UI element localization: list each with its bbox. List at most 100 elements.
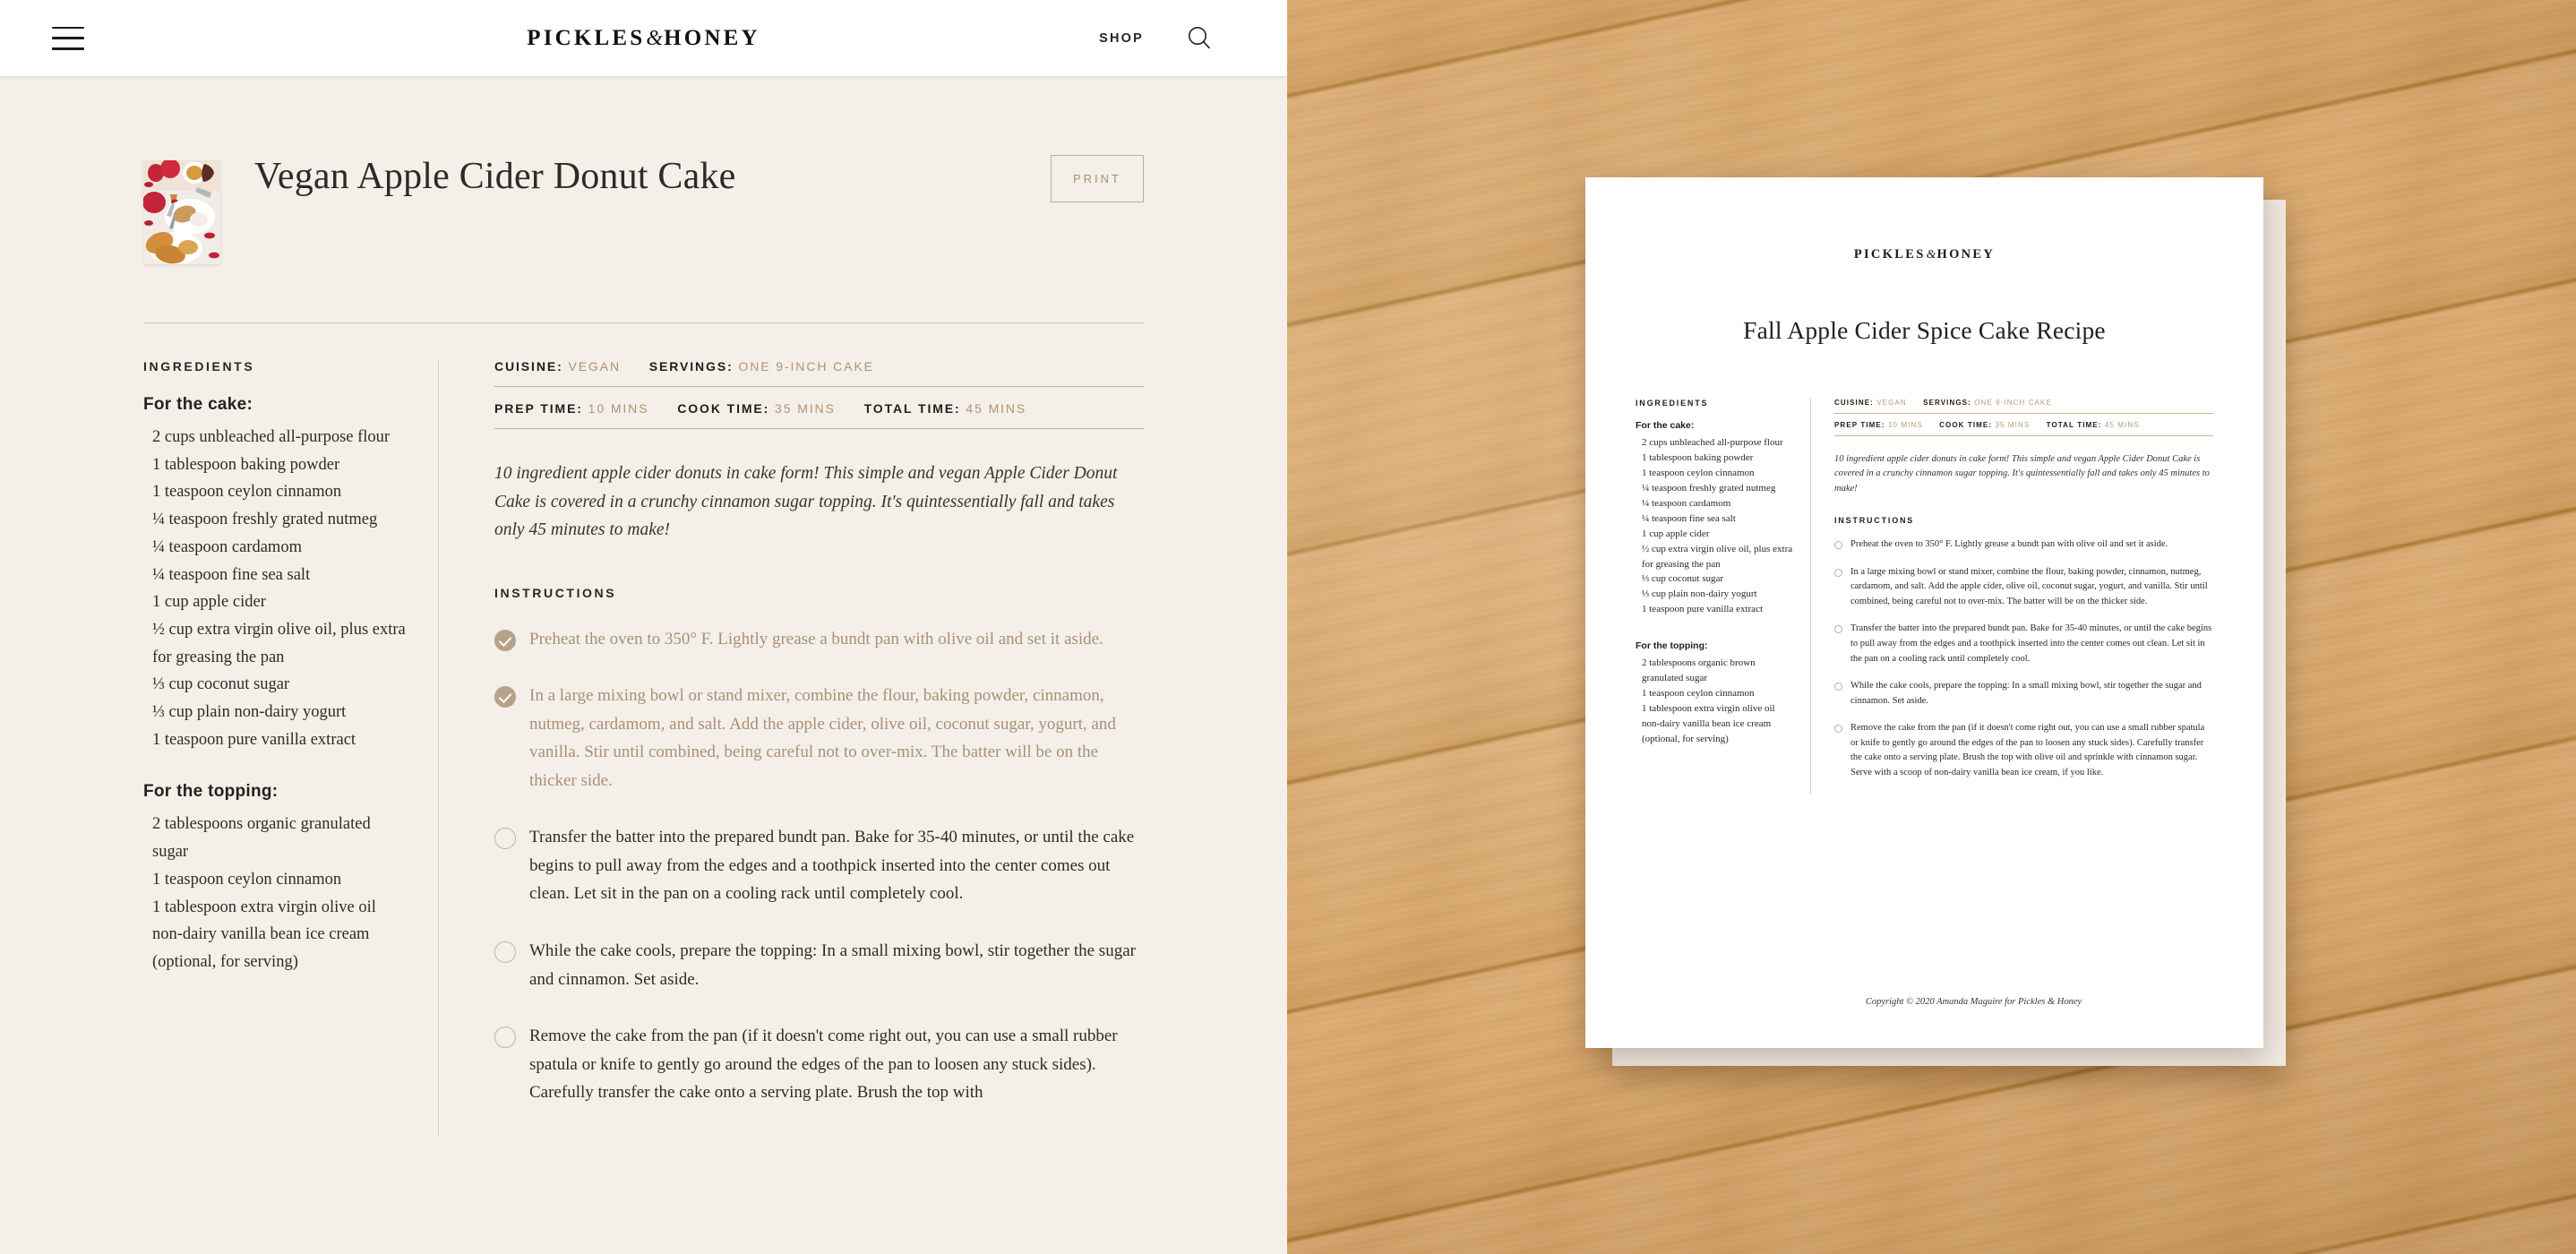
hamburger-menu-icon[interactable] (52, 26, 84, 50)
ingredient-item: ½ cup extra virgin olive oil, plus extra… (152, 620, 406, 666)
print-button[interactable]: PRINT (1051, 155, 1144, 202)
printed-meta-label-servings: SERVINGS: (1923, 399, 1971, 407)
printed-page-title: Fall Apple Cider Spice Cake Recipe (1743, 316, 2106, 344)
recipe-card: Vegan Apple Cider Donut Cake PRINT INGRE… (0, 76, 1287, 1136)
printed-meta-value-total-time: 45 MINS (2104, 421, 2140, 429)
instruction-step: Remove the cake from the pan (if it does… (494, 1022, 1144, 1107)
printed-instruction-step: In a large mixing bowl or stand mixer, c… (1834, 565, 2213, 610)
ingredient-item: ¼ teaspoon cardamom (152, 537, 302, 556)
printed-logo-word-honey: HONEY (1936, 247, 1996, 262)
printed-logo-word-pickles: PICKLES (1853, 247, 1926, 262)
printed-step-checkbox (1834, 683, 1842, 691)
ingredient-item: ⅓ cup coconut sugar (152, 675, 290, 694)
printed-ingredient-item: ¼ teaspoon freshly grated nutmeg (1642, 482, 1776, 494)
nav-link-shop[interactable]: SHOP (1099, 31, 1144, 46)
ingredient-item: 1 cup apple cider (152, 593, 266, 612)
ingredients-list-topping: 2 tablespoons organic granulated sugar 1… (143, 811, 408, 975)
ingredient-item: non-dairy vanilla bean ice cream (option… (152, 925, 370, 971)
recipe-meta-row-primary: CUISINE: VEGAN SERVINGS: ONE 9-INCH CAKE (494, 359, 1144, 387)
printed-instruction-step: Remove the cake from the pan (if it does… (1834, 721, 2213, 780)
ingredients-list-cake: 2 cups unbleached all-purpose flour 1 ta… (143, 424, 408, 753)
printed-instruction-step: Transfer the batter into the prepared bu… (1834, 622, 2213, 666)
hamburger-bar (52, 47, 84, 50)
site-header: PICKLES&HONEY SHOP (0, 0, 1287, 76)
ingredient-item: ¼ teaspoon freshly grated nutmeg (152, 511, 378, 529)
printed-instruction-step: While the cake cools, prepare the toppin… (1834, 679, 2213, 709)
step-checkbox-checked[interactable] (494, 629, 516, 651)
ingredients-heading: INGREDIENTS (143, 359, 255, 374)
printed-meta-label-cuisine: CUISINE: (1834, 399, 1874, 407)
printed-meta-label-total-time: TOTAL TIME: (2046, 421, 2102, 429)
printed-description: 10 ingredient apple cider donuts in cake… (1834, 454, 2210, 494)
recipe-header-row: Vegan Apple Cider Donut Cake PRINT (143, 76, 1144, 264)
printed-ingredients-list-cake: 2 cups unbleached all-purpose flour 1 ta… (1636, 435, 1796, 617)
meta-value-total-time: 45 MINS (966, 401, 1027, 416)
printed-ingredients-list-topping: 2 tablespoons organic brown granulated s… (1636, 656, 1796, 747)
website-panel: PICKLES&HONEY SHOP Vegan Apple Cider Don… (0, 0, 1287, 1254)
printed-instructions-column: CUISINE: VEGAN SERVINGS: ONE 9-INCH CAKE… (1811, 399, 2213, 794)
printed-step-text: Transfer the batter into the prepared bu… (1850, 623, 2212, 664)
search-icon[interactable] (1185, 24, 1214, 53)
step-checkbox[interactable] (494, 1026, 516, 1049)
printed-ingredients-column: INGREDIENTS For the cake: 2 cups unbleac… (1636, 399, 1811, 794)
ingredients-group-cake-label: For the cake: (143, 395, 253, 414)
printed-ingredient-item: 1 teaspoon pure vanilla extract (1642, 604, 1764, 615)
printed-ingredients-heading: INGREDIENTS (1636, 399, 1709, 408)
printed-recipe-page: PICKLES&HONEY Fall Apple Cider Spice Cak… (1585, 177, 2263, 1048)
meta-value-cuisine: VEGAN (568, 359, 621, 374)
step-text: While the cake cools, prepare the toppin… (529, 940, 1136, 989)
printed-group-topping-label: For the topping: (1636, 640, 1708, 652)
printed-ingredient-item: 1 teaspoon ceylon cinnamon (1642, 467, 1755, 478)
meta-value-prep-time: 10 MINS (588, 401, 649, 416)
printed-step-text: Preheat the oven to 350° F. Lightly grea… (1850, 539, 2168, 550)
printed-logo-ampersand: & (1926, 248, 1936, 262)
site-logo[interactable]: PICKLES&HONEY (527, 26, 760, 51)
step-checkbox[interactable] (494, 940, 516, 963)
printed-ingredient-item: 1 tablespoon baking powder (1642, 451, 1754, 463)
recipe-title: Vegan Apple Cider Donut Cake (254, 156, 736, 197)
ingredients-spacer (143, 753, 408, 782)
ingredient-item: 2 cups unbleached all-purpose flour (152, 428, 391, 446)
ingredient-item: ⅓ cup plain non-dairy yogurt (152, 703, 347, 722)
instruction-step: Preheat the oven to 350° F. Lightly grea… (494, 625, 1144, 654)
ingredient-item: 1 tablespoon extra virgin olive oil (152, 898, 376, 916)
meta-value-cook-time: 35 MINS (775, 401, 836, 416)
printed-step-checkbox (1834, 625, 1842, 634)
printed-meta-label-prep-time: PREP TIME: (1834, 421, 1885, 429)
step-checkbox-checked[interactable] (494, 686, 516, 709)
printed-meta-label-cook-time: COOK TIME: (1939, 421, 1993, 429)
printed-step-text: Remove the cake from the pan (if it does… (1850, 723, 2205, 778)
meta-label-cook-time: COOK TIME: (677, 401, 770, 416)
printed-ingredient-item: non-dairy vanilla bean ice cream (option… (1642, 718, 1772, 744)
step-text: In a large mixing bowl or stand mixer, c… (529, 686, 1116, 790)
printed-ingredient-item: 1 tablespoon extra virgin olive oil (1642, 703, 1775, 715)
printed-ingredient-item: 1 teaspoon ceylon cinnamon (1642, 688, 1755, 700)
hamburger-bar (52, 26, 84, 29)
printed-meta-value-prep-time: 10 MINS (1887, 421, 1923, 429)
printed-meta-value-cook-time: 35 MINS (1995, 421, 2031, 429)
printed-ingredient-item: 1 cup apple cider (1642, 528, 1710, 539)
ingredients-column: INGREDIENTS For the cake: 2 cups unbleac… (143, 359, 439, 1136)
hamburger-bar (52, 37, 84, 39)
printed-ingredient-item: ¼ teaspoon cardamom (1642, 497, 1731, 509)
printed-copyright: Copyright © 2020 Amanda Maguire for Pick… (1865, 997, 2082, 1007)
printed-ingredients-spacer (1636, 617, 1796, 640)
recipe-thumbnail-svg (143, 160, 220, 264)
printed-meta-row-times: PREP TIME: 10 MINS COOK TIME: 35 MINS TO… (1834, 421, 2213, 436)
step-text: Preheat the oven to 350° F. Lightly grea… (529, 629, 1103, 648)
printed-step-checkbox (1834, 568, 1842, 577)
printed-step-checkbox (1834, 725, 1842, 734)
meta-label-servings: SERVINGS: (648, 359, 734, 374)
meta-label-prep-time: PREP TIME: (494, 401, 583, 416)
ingredient-item: 1 teaspoon pure vanilla extract (152, 730, 356, 749)
printed-meta-value-cuisine: VEGAN (1876, 399, 1907, 407)
meta-label-cuisine: CUISINE: (494, 359, 563, 374)
step-checkbox[interactable] (494, 828, 516, 850)
printed-instruction-step: Preheat the oven to 350° F. Lightly grea… (1834, 537, 2213, 553)
recipe-columns: INGREDIENTS For the cake: 2 cups unbleac… (143, 323, 1144, 1136)
ingredient-item: 1 tablespoon baking powder (152, 455, 340, 474)
printed-instructions-heading: INSTRUCTIONS (1834, 516, 1915, 526)
instruction-step: Transfer the batter into the prepared bu… (494, 823, 1144, 908)
logo-ampersand: & (646, 26, 664, 50)
ingredients-group-topping-label: For the topping: (143, 782, 279, 802)
